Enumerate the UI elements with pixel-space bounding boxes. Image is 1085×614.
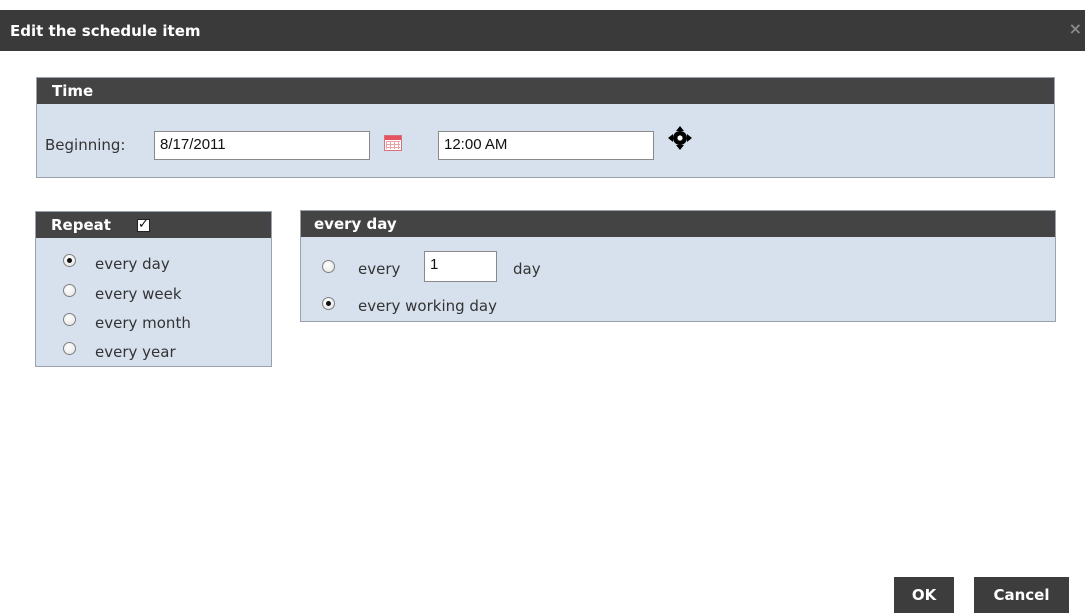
dialog-title: Edit the schedule item bbox=[10, 22, 201, 40]
time-header-label: Time bbox=[52, 82, 94, 100]
option-every-week-label: every week bbox=[95, 285, 182, 303]
repeat-panel-header: Repeat ✓ bbox=[36, 212, 271, 238]
radio-every-day[interactable] bbox=[63, 254, 76, 267]
top-strip bbox=[0, 0, 1085, 10]
move-arrows-icon[interactable] bbox=[667, 125, 693, 151]
option-every-day-label: every day bbox=[95, 255, 170, 273]
checkmark-icon: ✓ bbox=[138, 217, 149, 232]
calendar-icon[interactable] bbox=[384, 135, 402, 151]
beginning-label: Beginning: bbox=[45, 136, 126, 154]
time-input[interactable]: 12:00 AM bbox=[438, 131, 654, 160]
every-day-header-label: every day bbox=[314, 215, 397, 233]
every-prefix-label: every bbox=[358, 260, 401, 278]
interval-input[interactable]: 1 bbox=[424, 251, 497, 282]
time-panel: Time Beginning: 8/17/2011 12:00 AM bbox=[36, 77, 1055, 178]
repeat-checkbox[interactable]: ✓ bbox=[137, 217, 150, 232]
ok-button[interactable]: OK bbox=[894, 577, 954, 613]
radio-every-n-days[interactable] bbox=[322, 260, 335, 273]
dialog-titlebar: Edit the schedule item × bbox=[0, 10, 1085, 51]
radio-every-month[interactable] bbox=[63, 313, 76, 326]
close-icon[interactable]: × bbox=[1069, 19, 1082, 38]
every-working-day-label: every working day bbox=[358, 297, 497, 315]
cancel-button[interactable]: Cancel bbox=[974, 577, 1069, 613]
every-day-panel-header: every day bbox=[301, 211, 1055, 237]
calendar-icon-header bbox=[385, 136, 401, 140]
calendar-icon-grid bbox=[386, 141, 400, 149]
radio-every-week[interactable] bbox=[63, 284, 76, 297]
repeat-header-label: Repeat bbox=[51, 216, 111, 234]
date-input[interactable]: 8/17/2011 bbox=[154, 131, 370, 160]
repeat-panel: Repeat ✓ every day every week every mont… bbox=[35, 211, 272, 367]
radio-every-working-day[interactable] bbox=[322, 297, 335, 310]
time-panel-header: Time bbox=[37, 78, 1054, 104]
option-every-year-label: every year bbox=[95, 343, 176, 361]
radio-every-year[interactable] bbox=[63, 342, 76, 355]
option-every-month-label: every month bbox=[95, 314, 191, 332]
every-day-panel: every day every 1 day every working day bbox=[300, 210, 1056, 322]
day-suffix-label: day bbox=[513, 260, 541, 278]
